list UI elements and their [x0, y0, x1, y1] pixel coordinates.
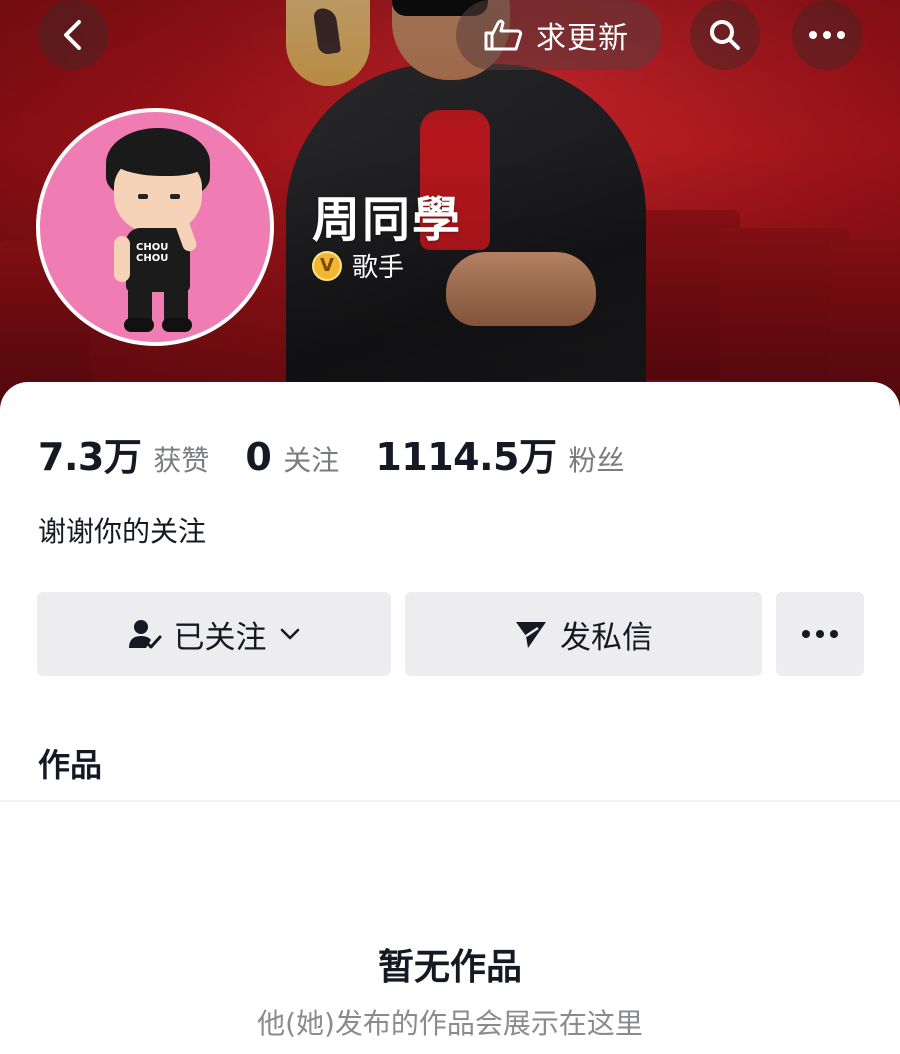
send-message-label: 发私信 — [560, 619, 653, 656]
stat-label: 关注 — [283, 444, 340, 477]
stat-followers[interactable]: 1114.5万 粉丝 — [375, 426, 624, 481]
stat-following[interactable]: 0 关注 — [245, 435, 339, 479]
tab-divider — [0, 800, 900, 802]
stat-label: 获赞 — [153, 444, 210, 477]
avatar-shoe — [124, 318, 154, 332]
search-button[interactable] — [690, 0, 760, 70]
more-horizontal-icon — [809, 31, 845, 39]
avatar-arm — [114, 236, 130, 282]
empty-state-title: 暂无作品 — [377, 947, 522, 988]
avatar-eye — [170, 194, 180, 199]
stats-row: 7.3万 获赞 0 关注 1114.5万 粉丝 — [38, 426, 660, 481]
search-icon — [710, 20, 740, 50]
more-options-button[interactable] — [792, 0, 862, 70]
followed-label: 已关注 — [173, 619, 267, 656]
avatar[interactable] — [36, 108, 274, 346]
empty-state-subtitle: 他(她)发布的作品会展示在这里 — [257, 1007, 643, 1040]
chevron-down-icon — [280, 628, 299, 640]
chevron-left-icon — [64, 20, 81, 50]
avatar-eye — [138, 194, 148, 199]
stat-label: 粉丝 — [568, 444, 625, 477]
hand-point-icon — [484, 19, 523, 51]
verification-label: 歌手 — [352, 253, 405, 283]
back-button[interactable] — [38, 0, 108, 70]
stat-likes: 7.3万 获赞 — [38, 426, 209, 481]
avatar-shoe — [162, 318, 192, 332]
request-update-button[interactable]: 求更新 — [456, 0, 662, 70]
tab-works[interactable]: 作品 — [38, 740, 102, 786]
followed-button[interactable]: 已关注 — [37, 592, 391, 676]
more-actions-button[interactable] — [776, 592, 864, 676]
more-horizontal-icon — [802, 630, 838, 638]
profile-card: 7.3万 获赞 0 关注 1114.5万 粉丝 谢谢你的关注 已关注 发私信 作… — [0, 382, 900, 1054]
send-message-button[interactable]: 发私信 — [405, 592, 762, 676]
send-icon — [516, 622, 546, 648]
profile-nickname: 周同學 — [312, 192, 463, 248]
request-update-label: 求更新 — [536, 21, 629, 56]
verification-row: V 歌手 — [312, 247, 404, 284]
stat-value: 0 — [245, 435, 272, 479]
stat-value: 1114.5万 — [375, 435, 557, 479]
stat-value: 7.3万 — [38, 435, 142, 479]
verified-badge-icon: V — [312, 250, 342, 281]
user-check-icon — [128, 620, 161, 649]
profile-bio: 谢谢你的关注 — [38, 515, 207, 548]
